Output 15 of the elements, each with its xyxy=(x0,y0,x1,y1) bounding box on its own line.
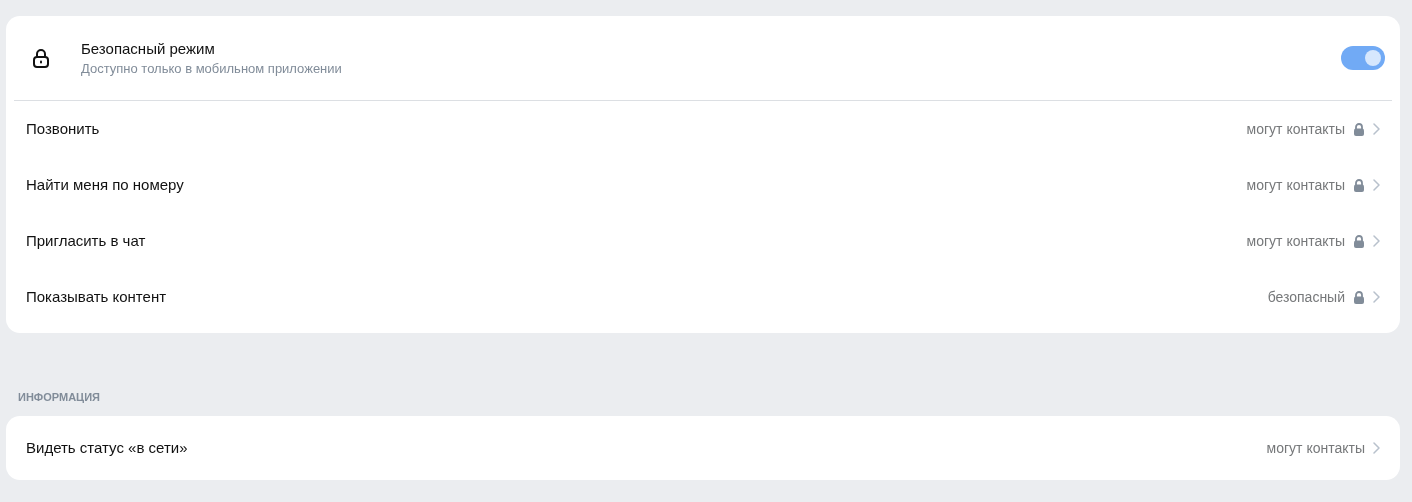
settings-row[interactable]: Позвонить могут контакты xyxy=(6,101,1400,157)
chevron-right-icon xyxy=(1373,235,1380,247)
chevron-right-icon xyxy=(1373,442,1380,454)
lock-icon xyxy=(32,48,50,68)
chevron-right-icon xyxy=(1373,179,1380,191)
settings-row[interactable]: Найти меня по номеру могут контакты xyxy=(6,157,1400,213)
toggle-switch[interactable] xyxy=(1341,46,1385,70)
settings-row[interactable]: Пригласить в чат могут контакты xyxy=(6,213,1400,269)
chevron-right-icon xyxy=(1373,123,1380,135)
settings-row[interactable]: Видеть статус «в сети» могут контакты xyxy=(6,420,1400,476)
section-heading: ИНФОРМАЦИЯ xyxy=(18,390,101,405)
setting-description: Доступно только в мобильном приложении xyxy=(81,59,343,78)
setting-title: Безопасный режим xyxy=(81,38,216,59)
chevron-right-icon xyxy=(1373,291,1380,303)
settings-row[interactable]: Показывать контент безопасный xyxy=(6,269,1400,325)
